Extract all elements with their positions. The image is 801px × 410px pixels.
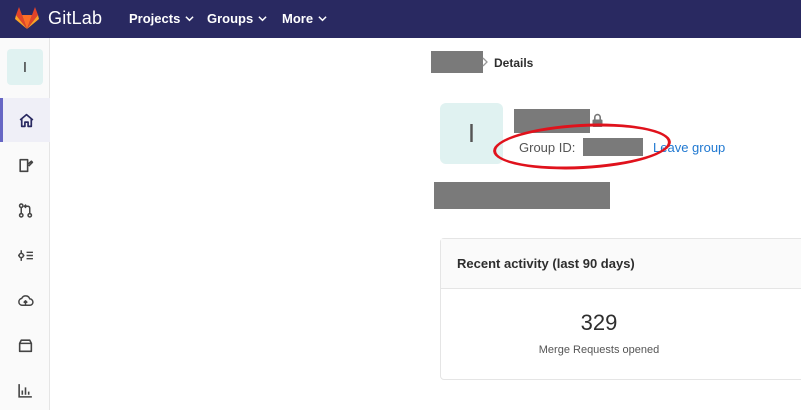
gitlab-logo[interactable]: GitLab: [14, 6, 102, 30]
nav-projects[interactable]: Projects: [129, 11, 194, 26]
nav-projects-label: Projects: [129, 11, 181, 26]
group-id-label: Group ID:: [519, 140, 576, 155]
sidebar-item-kubernetes[interactable]: [0, 233, 50, 277]
group-avatar-initial: I: [467, 118, 476, 148]
breadcrumb-group-redacted[interactable]: [431, 51, 483, 73]
breadcrumb-separator-icon: [482, 57, 488, 67]
sidebar-item-merge-requests[interactable]: [0, 188, 50, 232]
chevron-down-icon: [318, 16, 327, 22]
group-context-avatar[interactable]: I: [7, 49, 43, 85]
analytics-icon: [17, 383, 32, 398]
group-name-redacted: [514, 109, 590, 133]
tanuki-icon: [15, 7, 39, 29]
group-context-initial: I: [22, 58, 28, 76]
leave-group-link[interactable]: Leave group: [653, 140, 725, 155]
chevron-down-icon: [258, 16, 267, 22]
nav-more[interactable]: More: [282, 11, 327, 26]
merge-requests-count: 329: [580, 310, 618, 335]
lock-icon: [592, 113, 603, 127]
sidebar-item-issues[interactable]: [0, 143, 50, 187]
brand-name: GitLab: [48, 7, 103, 28]
recent-activity-panel: Recent activity (last 90 days) 329 Merge…: [440, 238, 801, 380]
breadcrumb-current[interactable]: Details: [494, 56, 533, 70]
panel-title: Recent activity (last 90 days): [441, 239, 801, 289]
merge-request-icon: [18, 202, 32, 218]
merge-requests-label: Merge Requests opened: [538, 344, 660, 356]
group-avatar: I: [440, 103, 503, 164]
sidebar: I: [0, 38, 50, 410]
cloud-icon: [17, 294, 34, 306]
home-icon: [19, 113, 34, 127]
nav-more-label: More: [282, 11, 314, 26]
group-description-redacted: [434, 182, 610, 209]
top-navbar: GitLab Projects Groups More: [0, 0, 801, 38]
group-id-value-redacted: [583, 138, 643, 156]
package-icon: [18, 338, 32, 352]
sidebar-item-packages[interactable]: [0, 323, 50, 367]
sidebar-item-overview[interactable]: [0, 98, 50, 142]
kubernetes-icon: [17, 249, 33, 261]
nav-groups[interactable]: Groups: [207, 11, 267, 26]
nav-groups-label: Groups: [207, 11, 254, 26]
sidebar-item-deployments[interactable]: [0, 278, 50, 322]
issues-icon: [18, 158, 33, 172]
chevron-down-icon: [185, 16, 194, 22]
sidebar-item-analytics[interactable]: [0, 368, 50, 410]
